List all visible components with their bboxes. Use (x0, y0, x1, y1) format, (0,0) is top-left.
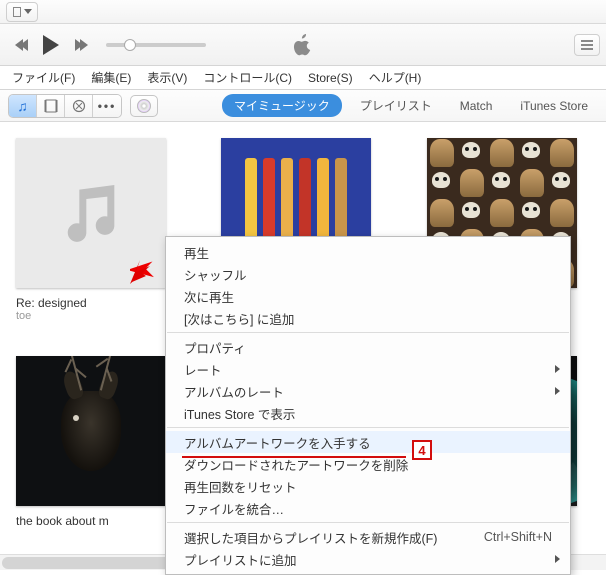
media-type-segmented: ♫ ••• (8, 94, 122, 118)
menubar: ファイル(F) 編集(E) 表示(V) コントロール(C) Store(S) ヘ… (0, 66, 606, 90)
next-button[interactable] (66, 30, 96, 60)
album-item[interactable]: Re: designed toe (16, 138, 179, 322)
ctx-rating[interactable]: レート (166, 358, 570, 380)
ctx-play-next[interactable]: 次に再生 (166, 285, 570, 307)
ctx-album-rating[interactable]: アルバムのレート (166, 380, 570, 402)
apple-logo (293, 24, 313, 66)
ctx-separator (167, 522, 569, 523)
play-button[interactable] (36, 30, 66, 60)
film-icon (44, 99, 58, 113)
music-icon: ♫ (17, 98, 28, 114)
miniplayer-button[interactable] (574, 34, 600, 56)
album-title: the book about m (16, 514, 166, 528)
playback-bar (0, 24, 606, 66)
album-art-placeholder (16, 138, 166, 288)
album-title: Re: designed (16, 296, 166, 310)
menu-view[interactable]: 表示(V) (141, 67, 193, 88)
ctx-play[interactable]: 再生 (166, 241, 570, 263)
next-icon (75, 39, 88, 51)
menu-control[interactable]: コントロール(C) (197, 67, 298, 88)
menu-file[interactable]: ファイル(F) (6, 67, 81, 88)
ctx-properties[interactable]: プロパティ (166, 336, 570, 358)
ctx-show-in-store[interactable]: iTunes Store で表示 (166, 402, 570, 424)
ctx-shuffle[interactable]: シャッフル (166, 263, 570, 285)
media-movies[interactable] (37, 95, 65, 117)
ctx-new-playlist-from-selection[interactable]: 選択した項目からプレイリストを新規作成(F) Ctrl+Shift+N (166, 526, 570, 548)
sidebar-toggle-button[interactable] (6, 2, 38, 22)
ctx-separator (167, 332, 569, 333)
ctx-add-upnext[interactable]: [次はこちら] に追加 (166, 307, 570, 329)
tab-my-music[interactable]: マイミュージック (222, 94, 342, 117)
album-art (16, 356, 166, 506)
more-icon: ••• (98, 99, 117, 113)
prev-icon (15, 39, 28, 51)
album-artist: toe (16, 310, 166, 322)
apps-icon (72, 99, 86, 113)
menu-help[interactable]: ヘルプ(H) (363, 67, 428, 88)
media-music[interactable]: ♫ (9, 95, 37, 117)
ctx-reset-play-count[interactable]: 再生回数をリセット (166, 475, 570, 497)
ctx-consolidate-files[interactable]: ファイルを統合… (166, 497, 570, 519)
tab-playlists[interactable]: プレイリスト (350, 94, 442, 117)
ctx-item-label: 選択した項目からプレイリストを新規作成(F) (184, 528, 437, 547)
annotation-underline (182, 456, 406, 458)
tab-itunes-store[interactable]: iTunes Store (510, 96, 598, 116)
toolbar: ♫ ••• マイミュージック プレイリスト Match iTunes Store (0, 90, 606, 122)
play-icon (43, 35, 59, 55)
previous-button[interactable] (6, 30, 36, 60)
media-more[interactable]: ••• (93, 95, 121, 117)
menu-edit[interactable]: 編集(E) (85, 67, 137, 88)
titlebar (0, 0, 606, 24)
apple-icon (293, 34, 313, 56)
ctx-add-to-playlist[interactable]: プレイリストに追加 (166, 548, 570, 570)
ctx-separator (167, 427, 569, 428)
media-apps[interactable] (65, 95, 93, 117)
annotation-number-box: 4 (412, 440, 432, 460)
ctx-get-album-artwork[interactable]: アルバムアートワークを入手する (166, 431, 570, 453)
ctx-shortcut: Ctrl+Shift+N (464, 530, 552, 544)
cd-button[interactable] (130, 95, 158, 117)
music-note-icon (56, 178, 126, 248)
volume-slider[interactable] (106, 43, 206, 47)
cd-icon (137, 99, 151, 113)
tab-match[interactable]: Match (450, 96, 503, 116)
album-item[interactable]: the book about m (16, 356, 179, 528)
context-menu: 再生 シャッフル 次に再生 [次はこちら] に追加 プロパティ レート アルバム… (165, 236, 571, 575)
menu-store[interactable]: Store(S) (302, 69, 359, 87)
